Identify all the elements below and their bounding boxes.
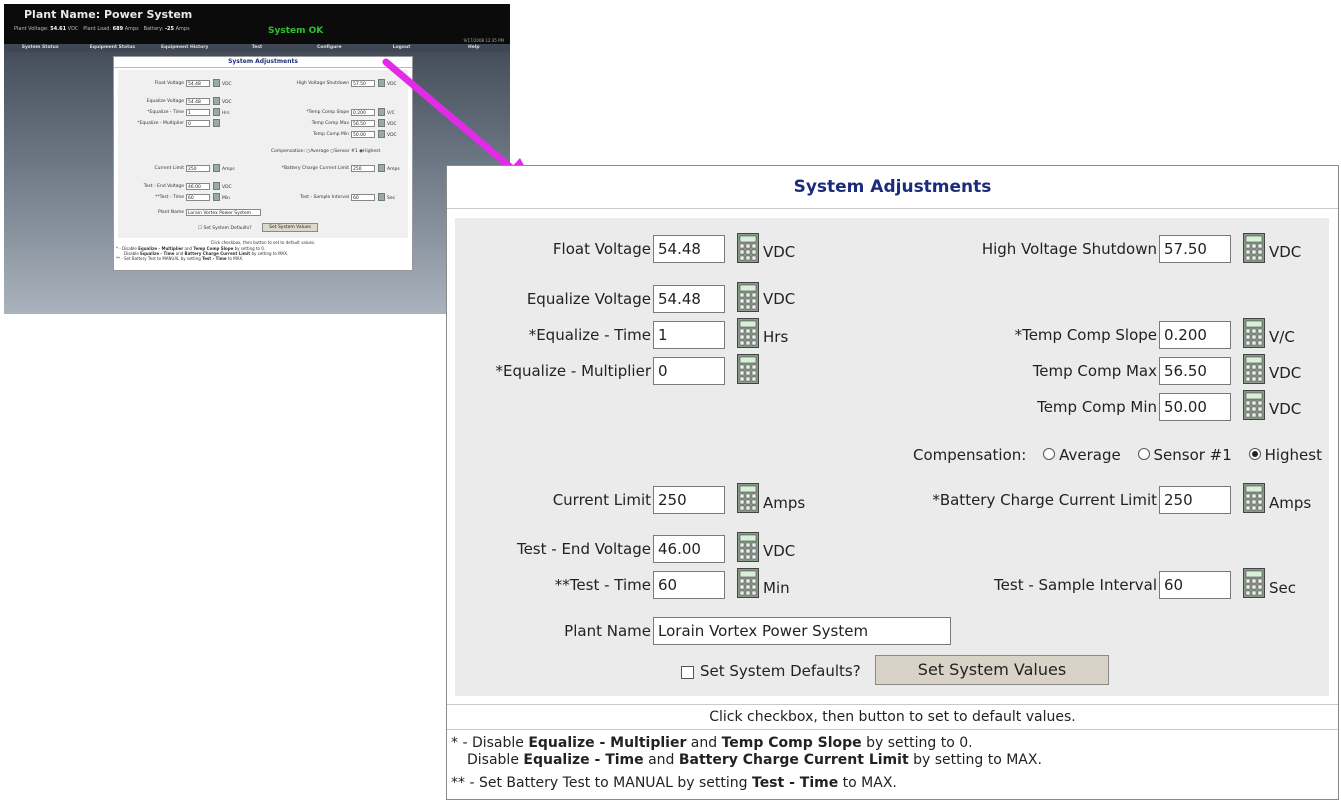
- temp-comp-min-label: Temp Comp Min: [1037, 398, 1157, 416]
- hv-shutdown-unit: VDC: [1269, 243, 1302, 261]
- set-system-values-button[interactable]: Set System Values: [875, 655, 1109, 685]
- note-2-mid: and: [643, 752, 679, 768]
- keypad-icon[interactable]: [1243, 390, 1265, 420]
- bccl-label: *Battery Charge Current Limit: [932, 491, 1157, 509]
- float-voltage-label: Float Voltage: [552, 240, 651, 258]
- equalize-multiplier-input[interactable]: 0: [653, 357, 725, 385]
- note-1-bold-2: Temp Comp Slope: [721, 735, 862, 751]
- divider: [447, 729, 1338, 730]
- test-time-label: **Test - Time: [554, 576, 651, 594]
- equalize-voltage-input[interactable]: 54.48: [653, 285, 725, 313]
- float-voltage-input[interactable]: 54.48: [653, 235, 725, 263]
- sample-interval-unit: Sec: [1269, 579, 1296, 597]
- temp-comp-max-label: Temp Comp Max: [1032, 362, 1157, 380]
- note-1-mid: and: [686, 735, 722, 751]
- system-adjustments-panel: System Adjustments Float Voltage 54.48 V…: [446, 165, 1339, 800]
- sample-interval-input[interactable]: 60: [1159, 571, 1231, 599]
- compensation-radio-group: Compensation: Average Sensor #1 Highest: [913, 446, 1322, 464]
- current-limit-input[interactable]: 250: [653, 486, 725, 514]
- temp-comp-min-unit: VDC: [1269, 400, 1302, 418]
- adjustments-form: Float Voltage 54.48 VDC High Voltage Shu…: [455, 218, 1329, 696]
- keypad-icon[interactable]: [737, 532, 759, 562]
- equalize-time-label: *Equalize - Time: [528, 326, 651, 344]
- temp-comp-slope-input[interactable]: 0.200: [1159, 321, 1231, 349]
- radio-highest-label: Highest: [1264, 446, 1322, 464]
- keypad-icon[interactable]: [1243, 354, 1265, 384]
- radio-sensor1[interactable]: [1137, 447, 1150, 460]
- keypad-icon[interactable]: [737, 568, 759, 598]
- hv-shutdown-label: High Voltage Shutdown: [981, 240, 1157, 258]
- temp-comp-min-input[interactable]: 50.00: [1159, 393, 1231, 421]
- float-voltage-unit: VDC: [763, 243, 796, 261]
- default-hint: Click checkbox, then button to set to de…: [709, 709, 1076, 725]
- equalize-multiplier-label: *Equalize - Multiplier: [495, 362, 651, 380]
- keypad-icon[interactable]: [1243, 483, 1265, 513]
- test-end-voltage-label: Test - End Voltage: [516, 540, 651, 558]
- divider: [447, 704, 1338, 705]
- radio-sensor1-label: Sensor #1: [1153, 446, 1232, 464]
- note-2-prefix: Disable: [467, 752, 524, 768]
- equalize-time-unit: Hrs: [763, 328, 789, 346]
- hv-shutdown-input[interactable]: 57.50: [1159, 235, 1231, 263]
- set-defaults-label: Set System Defaults?: [700, 662, 861, 680]
- bccl-unit: Amps: [1269, 494, 1312, 512]
- current-limit-label: Current Limit: [552, 491, 651, 509]
- current-limit-unit: Amps: [763, 494, 806, 512]
- keypad-icon[interactable]: [737, 318, 759, 348]
- panel-title: System Adjustments: [447, 166, 1338, 209]
- note-1-prefix: * - Disable: [451, 735, 529, 751]
- keypad-icon[interactable]: [737, 483, 759, 513]
- note-1-suffix: by setting to 0.: [861, 735, 973, 751]
- equalize-voltage-unit: VDC: [763, 290, 796, 308]
- note-3-prefix: ** - Set Battery Test to MANUAL by setti…: [451, 775, 752, 791]
- keypad-icon[interactable]: [737, 354, 759, 384]
- note-2-bold-2: Battery Charge Current Limit: [678, 752, 909, 768]
- keypad-icon[interactable]: [1243, 233, 1265, 263]
- note-3-bold-1: Test - Time: [752, 775, 839, 791]
- note-1-bold-1: Equalize - Multiplier: [528, 735, 687, 751]
- equalize-time-input[interactable]: 1: [653, 321, 725, 349]
- note-disable-2: Disable Equalize - Time and Battery Char…: [467, 752, 1042, 768]
- test-end-voltage-unit: VDC: [763, 542, 796, 560]
- test-time-input[interactable]: 60: [653, 571, 725, 599]
- radio-highest[interactable]: [1248, 447, 1261, 460]
- temp-comp-max-unit: VDC: [1269, 364, 1302, 382]
- note-2-suffix: by setting to MAX.: [908, 752, 1042, 768]
- temp-comp-max-input[interactable]: 56.50: [1159, 357, 1231, 385]
- keypad-icon[interactable]: [737, 282, 759, 312]
- temp-comp-slope-unit: V/C: [1269, 328, 1295, 346]
- plant-name-label: Plant Name: [564, 622, 651, 640]
- test-end-voltage-input[interactable]: 46.00: [653, 535, 725, 563]
- set-defaults-checkbox[interactable]: [681, 666, 694, 679]
- note-disable-1: * - Disable Equalize - Multiplier and Te…: [451, 735, 973, 751]
- keypad-icon[interactable]: [1243, 568, 1265, 598]
- radio-average[interactable]: [1043, 447, 1056, 460]
- keypad-icon[interactable]: [1243, 318, 1265, 348]
- temp-comp-slope-label: *Temp Comp Slope: [1014, 326, 1157, 344]
- plant-name-input[interactable]: Lorain Vortex Power System: [653, 617, 951, 645]
- note-battery-test: ** - Set Battery Test to MANUAL by setti…: [451, 775, 897, 791]
- note-2-bold-1: Equalize - Time: [523, 752, 644, 768]
- bccl-input[interactable]: 250: [1159, 486, 1231, 514]
- keypad-icon[interactable]: [737, 233, 759, 263]
- radio-average-label: Average: [1059, 446, 1121, 464]
- sample-interval-label: Test - Sample Interval: [994, 576, 1157, 594]
- compensation-label: Compensation:: [913, 446, 1027, 464]
- equalize-voltage-label: Equalize Voltage: [526, 290, 651, 308]
- note-3-suffix: to MAX.: [838, 775, 897, 791]
- test-time-unit: Min: [763, 579, 790, 597]
